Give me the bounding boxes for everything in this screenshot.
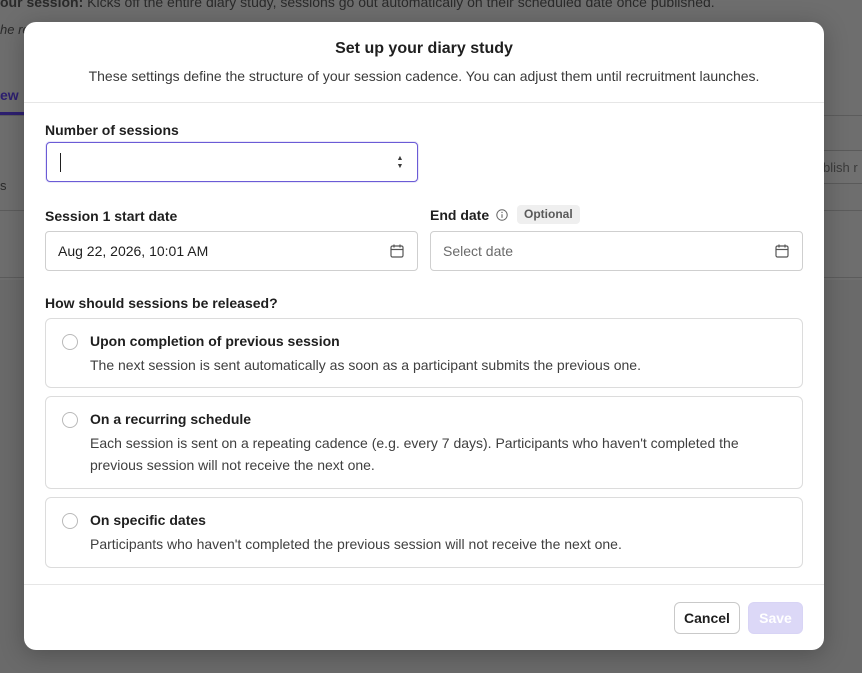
- diary-study-setup-dialog: Set up your diary study These settings d…: [24, 22, 824, 650]
- info-icon[interactable]: [496, 209, 508, 221]
- number-stepper[interactable]: ▲ ▼: [395, 154, 405, 172]
- release-question-label: How should sessions be released?: [45, 295, 278, 311]
- number-of-sessions-input[interactable]: ▲ ▼: [46, 142, 418, 182]
- release-option-upon-completion[interactable]: Upon completion of previous session The …: [45, 318, 803, 388]
- end-date-label: End date: [430, 207, 490, 223]
- calendar-icon[interactable]: [775, 244, 789, 258]
- option-description: Participants who haven't completed the p…: [90, 536, 622, 552]
- release-option-recurring-schedule[interactable]: On a recurring schedule Each session is …: [45, 396, 803, 489]
- stepper-up-icon[interactable]: ▲: [397, 155, 404, 163]
- text-caret: [60, 153, 61, 172]
- radio-button[interactable]: [62, 334, 78, 350]
- option-description: The next session is sent automatically a…: [90, 357, 641, 373]
- background-publish-button: blish r: [818, 150, 862, 184]
- option-title: On specific dates: [90, 512, 206, 528]
- sessions-label: Number of sessions: [45, 122, 179, 138]
- background-description: our session: Kicks off the entire diary …: [0, 0, 715, 10]
- option-title: On a recurring schedule: [90, 411, 252, 427]
- background-tab: ew: [0, 87, 19, 103]
- background-fragment: s: [0, 178, 7, 193]
- dialog-footer: Cancel Save: [24, 584, 824, 650]
- calendar-icon[interactable]: [390, 244, 404, 258]
- end-date-placeholder: Select date: [443, 243, 514, 259]
- cancel-button[interactable]: Cancel: [674, 602, 740, 634]
- dialog-header: Set up your diary study These settings d…: [24, 22, 824, 103]
- dialog-body: Number of sessions ▲ ▼ Session 1 start d…: [24, 103, 824, 584]
- stepper-down-icon[interactable]: ▼: [397, 163, 404, 171]
- optional-badge: Optional: [517, 205, 580, 224]
- start-date-input[interactable]: Aug 22, 2026, 10:01 AM: [45, 231, 418, 271]
- radio-button[interactable]: [62, 412, 78, 428]
- start-date-label: Session 1 start date: [45, 208, 178, 224]
- end-date-input[interactable]: Select date: [430, 231, 803, 271]
- start-date-value: Aug 22, 2026, 10:01 AM: [58, 243, 209, 259]
- save-button[interactable]: Save: [748, 602, 803, 634]
- option-title: Upon completion of previous session: [90, 333, 340, 349]
- release-option-specific-dates[interactable]: On specific dates Participants who haven…: [45, 497, 803, 568]
- dialog-title: Set up your diary study: [335, 40, 513, 57]
- option-description: Each session is sent on a repeating cade…: [90, 435, 739, 473]
- dialog-subtitle: These settings define the structure of y…: [88, 68, 760, 84]
- radio-button[interactable]: [62, 513, 78, 529]
